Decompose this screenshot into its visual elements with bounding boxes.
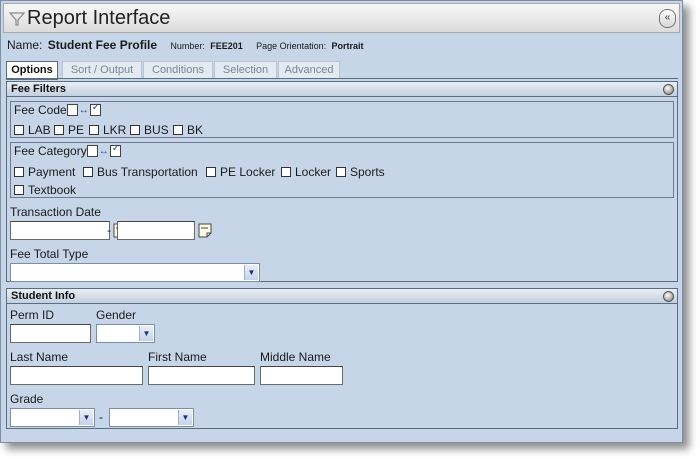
name-label: Name:: [7, 38, 43, 52]
checkbox[interactable]: [130, 125, 140, 135]
number-label: Number:: [170, 41, 205, 51]
fee-category-label: Fee Category: [14, 144, 87, 158]
funnel-icon: [9, 12, 25, 26]
collapse-circle-icon[interactable]: [663, 291, 674, 302]
fee-total-type-label: Fee Total Type: [10, 247, 89, 261]
grade-label: Grade: [10, 392, 44, 406]
tab-advanced[interactable]: Advanced: [278, 61, 340, 79]
student-info-header[interactable]: Student Info: [6, 288, 678, 304]
fee-category-checkbox-sports[interactable]: Sports: [336, 165, 385, 179]
option-label: Bus Transportation: [97, 165, 198, 179]
option-label: Textbook: [28, 183, 77, 197]
checkbox[interactable]: [206, 167, 216, 177]
option-label: PE: [68, 123, 85, 137]
transaction-date-to-input[interactable]: [117, 221, 212, 240]
collapse-panel-button[interactable]: «: [659, 9, 676, 28]
first-name-label: First Name: [148, 350, 207, 364]
checkbox[interactable]: [89, 125, 99, 135]
profile-info-bar: Name: Student Fee Profile Number: FEE201…: [7, 38, 364, 54]
checkbox[interactable]: [336, 167, 346, 177]
middle-name-input[interactable]: [260, 366, 343, 385]
option-label: Locker: [295, 165, 332, 179]
fee-code-checkbox-pe[interactable]: PE: [54, 123, 84, 137]
chevron-down-icon[interactable]: ▼: [244, 265, 258, 280]
page-orientation: Portrait: [331, 41, 364, 51]
transaction-date-label: Transaction Date: [10, 205, 101, 219]
title-bar: Report Interface «: [3, 3, 680, 33]
fee-category-checkbox-bus-transportation[interactable]: Bus Transportation: [83, 165, 198, 179]
student-info-title: Student Info: [11, 290, 76, 302]
option-label: BUS: [144, 123, 169, 137]
checkbox[interactable]: [14, 185, 24, 195]
checkbox[interactable]: [173, 125, 183, 135]
collapse-circle-icon[interactable]: [663, 84, 674, 95]
middle-name-label: Middle Name: [260, 350, 331, 364]
toggle-arrow-icon: ↔: [78, 105, 89, 116]
tab-selection[interactable]: Selection: [214, 61, 277, 79]
grade-to-select[interactable]: ▼: [109, 408, 194, 427]
orientation-label: Page Orientation:: [256, 41, 327, 51]
profile-number: FEE201: [210, 41, 243, 51]
deselect-all-icon[interactable]: [66, 104, 78, 116]
select-all-icon[interactable]: [109, 143, 121, 157]
fee-category-checkbox-pe-locker[interactable]: PE Locker: [206, 165, 275, 179]
fee-code-checkbox-bus[interactable]: BUS: [130, 123, 169, 137]
chevron-down-icon[interactable]: ▼: [139, 326, 153, 341]
fee-code-checkbox-bk[interactable]: BK: [173, 123, 203, 137]
deselect-all-icon[interactable]: [86, 145, 98, 157]
fee-category-checkbox-textbook[interactable]: Textbook: [14, 183, 76, 197]
perm-id-input[interactable]: [10, 324, 91, 343]
fee-code-checkbox-lab[interactable]: LAB: [14, 123, 51, 137]
checkbox[interactable]: [281, 167, 291, 177]
grade-from-select[interactable]: ▼: [10, 408, 95, 427]
option-label: PE Locker: [220, 165, 276, 179]
fee-filters-header[interactable]: Fee Filters: [6, 81, 678, 97]
option-label: LKR: [103, 123, 127, 137]
window-title: Report Interface: [27, 7, 171, 29]
report-interface-window: Report Interface « Name: Student Fee Pro…: [0, 0, 683, 443]
fee-total-type-select[interactable]: ▼: [10, 263, 260, 282]
checkbox[interactable]: [83, 167, 93, 177]
student-info-panel: Perm ID Gender ▼ Last Name First Name Mi…: [6, 304, 678, 429]
fee-code-checkbox-lkr[interactable]: LKR: [89, 123, 126, 137]
tab-sort-output[interactable]: Sort / Output: [62, 61, 142, 79]
calendar-icon[interactable]: [198, 223, 212, 238]
last-name-input[interactable]: [10, 366, 143, 385]
select-all-icon[interactable]: [89, 102, 101, 116]
option-label: Payment: [28, 165, 76, 179]
option-label: Sports: [350, 165, 385, 179]
transaction-date-from-input[interactable]: [10, 221, 127, 240]
chevron-down-icon[interactable]: ▼: [178, 410, 192, 425]
last-name-label: Last Name: [10, 350, 69, 364]
fee-filters-title: Fee Filters: [11, 83, 67, 95]
checkbox[interactable]: [14, 125, 24, 135]
fee-category-group: Fee Category ↔ Payment Bus Transportation…: [10, 142, 674, 198]
fee-code-group: Fee Code ↔ LAB PE LKR BUS BK: [10, 101, 674, 138]
perm-id-label: Perm ID: [10, 308, 55, 322]
tab-conditions[interactable]: Conditions: [143, 61, 213, 79]
fee-category-checkbox-payment[interactable]: Payment: [14, 165, 75, 179]
fee-filters-panel: Fee Code ↔ LAB PE LKR BUS BK Fee Category…: [6, 97, 678, 282]
fee-category-heading: Fee Category ↔: [14, 143, 121, 158]
option-label: BK: [187, 123, 204, 137]
date-range-separator: -: [107, 223, 111, 237]
gender-label: Gender: [96, 308, 137, 322]
toggle-arrow-icon: ↔: [98, 146, 109, 157]
fee-category-checkbox-locker[interactable]: Locker: [281, 165, 331, 179]
fee-code-heading: Fee Code ↔: [14, 102, 101, 117]
first-name-input[interactable]: [148, 366, 255, 385]
gender-select[interactable]: ▼: [96, 324, 155, 343]
checkbox[interactable]: [54, 125, 64, 135]
profile-name: Student Fee Profile: [47, 38, 158, 52]
grade-range-separator: -: [99, 410, 103, 424]
tab-divider: [6, 78, 678, 79]
fee-code-label: Fee Code: [14, 103, 67, 117]
checkbox[interactable]: [14, 167, 24, 177]
option-label: LAB: [28, 123, 51, 137]
chevron-down-icon[interactable]: ▼: [79, 410, 93, 425]
